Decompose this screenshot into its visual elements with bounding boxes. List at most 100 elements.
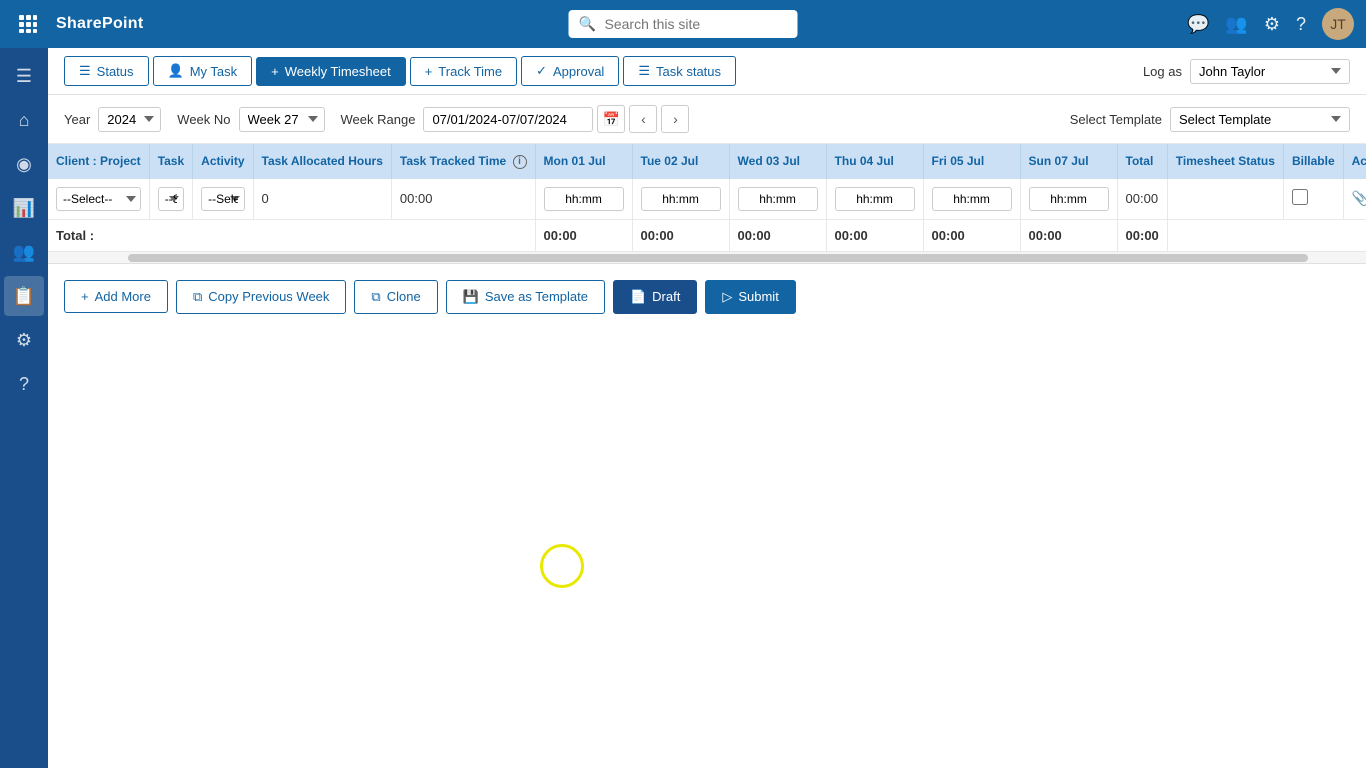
col-wed: Wed 03 Jul — [729, 144, 826, 179]
allocated-hours-cell: 0 — [253, 179, 391, 220]
submit-button[interactable]: ▷ Submit — [705, 280, 795, 314]
tab-weekly-timesheet[interactable]: + Weekly Timesheet — [256, 57, 406, 86]
table-row: --Select-- --Select-- --Select-- — [48, 179, 1366, 220]
col-activity: Activity — [193, 144, 253, 179]
billable-checkbox[interactable] — [1292, 189, 1308, 205]
col-mon: Mon 01 Jul — [535, 144, 632, 179]
col-actions: Acti — [1343, 144, 1366, 179]
draft-label: Draft — [652, 289, 680, 304]
approval-icon: ✓ — [536, 63, 547, 79]
add-more-icon: + — [81, 289, 89, 304]
year-select[interactable]: 2024 — [98, 107, 161, 132]
tab-task-status[interactable]: ☰ Task status — [623, 56, 736, 86]
mon-input[interactable] — [544, 187, 624, 211]
avatar[interactable]: JT — [1322, 8, 1354, 40]
fri-input[interactable] — [932, 187, 1012, 211]
draft-button[interactable]: 📄 Draft — [613, 280, 697, 314]
share-icon[interactable]: 👥 — [1225, 14, 1247, 35]
comment-icon[interactable]: 💬 — [1187, 14, 1209, 35]
wed-cell — [729, 179, 826, 220]
template-select[interactable]: Select Template — [1170, 107, 1350, 132]
wed-input[interactable] — [738, 187, 818, 211]
sun-cell — [1020, 179, 1117, 220]
total-cell: 00:00 — [1117, 179, 1167, 220]
thu-input[interactable] — [835, 187, 915, 211]
track-time-label: Track Time — [438, 64, 502, 79]
sidebar-item-home[interactable]: ⌂ — [4, 100, 44, 140]
top-navigation: SharePoint 🔍 💬 👥 ⚙ ? JT — [0, 0, 1366, 48]
week-range-input[interactable] — [423, 107, 593, 132]
copy-icon: ⧉ — [193, 289, 202, 305]
activity-cell: --Select-- — [193, 179, 253, 220]
col-total: Total — [1117, 144, 1167, 179]
log-as-area: Log as John Taylor — [1143, 59, 1350, 84]
track-time-icon: + — [425, 64, 433, 79]
timesheet-data-table: Client : Project Task Activity Task Allo… — [48, 144, 1366, 252]
col-sun: Sun 07 Jul — [1020, 144, 1117, 179]
tab-track-time[interactable]: + Track Time — [410, 57, 517, 86]
sidebar: ☰ ⌂ ◉ 📊 👥 📋 ⚙ ? — [0, 48, 48, 768]
scrollbar-thumb[interactable] — [128, 254, 1308, 262]
weekly-timesheet-label: Weekly Timesheet — [285, 64, 391, 79]
task-select[interactable]: --Select-- — [158, 187, 184, 211]
activity-select[interactable]: --Select-- — [201, 187, 244, 211]
settings-icon[interactable]: ⚙ — [1264, 14, 1280, 35]
search-bar: 🔍 — [569, 10, 798, 38]
tab-approval[interactable]: ✓ Approval — [521, 56, 619, 86]
col-allocated-hours: Task Allocated Hours — [253, 144, 391, 179]
tracked-time-info-icon[interactable]: i — [513, 155, 527, 169]
search-icon: 🔍 — [579, 16, 596, 33]
next-week-button[interactable]: › — [661, 105, 689, 133]
grid-menu-icon[interactable] — [12, 8, 44, 40]
table-header-row: Client : Project Task Activity Task Allo… — [48, 144, 1366, 179]
template-filter: Select Template Select Template — [1070, 107, 1350, 132]
weekly-timesheet-icon: + — [271, 64, 279, 79]
draft-icon: 📄 — [630, 289, 646, 305]
tracked-time-cell: 00:00 — [391, 179, 535, 220]
week-range-label: Week Range — [341, 112, 416, 127]
filter-row: Year 2024 Week No Week 27 Week Range 📅 ‹… — [48, 95, 1366, 144]
sidebar-item-people[interactable]: 👥 — [4, 232, 44, 272]
clone-icon: ⧉ — [371, 289, 380, 305]
search-input[interactable] — [569, 10, 798, 38]
sidebar-item-camera[interactable]: ◉ — [4, 144, 44, 184]
tue-input[interactable] — [641, 187, 721, 211]
sidebar-item-chart[interactable]: 📊 — [4, 188, 44, 228]
sidebar-item-help[interactable]: ? — [4, 364, 44, 404]
help-icon[interactable]: ? — [1296, 14, 1306, 35]
total-wed: 00:00 — [729, 219, 826, 251]
sidebar-item-menu[interactable]: ☰ — [4, 56, 44, 96]
col-thu: Thu 04 Jul — [826, 144, 923, 179]
col-tracked-time: Task Tracked Time i — [391, 144, 535, 179]
week-no-filter: Week No Week 27 — [177, 107, 324, 132]
tab-my-task[interactable]: 👤 My Task — [153, 56, 253, 86]
clone-button[interactable]: ⧉ Clone — [354, 280, 437, 314]
client-project-select[interactable]: --Select-- — [56, 187, 141, 211]
sidebar-item-timesheet[interactable]: 📋 — [4, 276, 44, 316]
totals-row: Total : 00:00 00:00 00:00 00:00 00:00 00… — [48, 219, 1366, 251]
submit-icon: ▷ — [722, 289, 732, 305]
client-project-cell: --Select-- — [48, 179, 149, 220]
content-area: ☰ Status 👤 My Task + Weekly Timesheet + … — [48, 48, 1366, 768]
attach-icon[interactable]: 📎 — [1352, 190, 1366, 206]
toolbar: ☰ Status 👤 My Task + Weekly Timesheet + … — [48, 48, 1366, 95]
copy-previous-week-button[interactable]: ⧉ Copy Previous Week — [176, 280, 346, 314]
timesheet-table: Client : Project Task Activity Task Allo… — [48, 144, 1366, 252]
brand-name: SharePoint — [56, 15, 143, 33]
week-range-nav: 📅 ‹ › — [423, 105, 689, 133]
fri-cell — [923, 179, 1020, 220]
week-no-select[interactable]: Week 27 — [239, 107, 325, 132]
prev-week-button[interactable]: ‹ — [629, 105, 657, 133]
year-label: Year — [64, 112, 90, 127]
tab-status[interactable]: ☰ Status — [64, 56, 149, 86]
calendar-button[interactable]: 📅 — [597, 105, 625, 133]
sun-input[interactable] — [1029, 187, 1109, 211]
save-as-template-button[interactable]: 💾 Save as Template — [446, 280, 605, 314]
my-task-tab-label: My Task — [190, 64, 237, 79]
col-billable: Billable — [1283, 144, 1343, 179]
sidebar-item-settings[interactable]: ⚙ — [4, 320, 44, 360]
col-fri: Fri 05 Jul — [923, 144, 1020, 179]
log-as-select[interactable]: John Taylor — [1190, 59, 1350, 84]
horizontal-scrollbar[interactable] — [48, 252, 1366, 264]
add-more-button[interactable]: + Add More — [64, 280, 168, 313]
